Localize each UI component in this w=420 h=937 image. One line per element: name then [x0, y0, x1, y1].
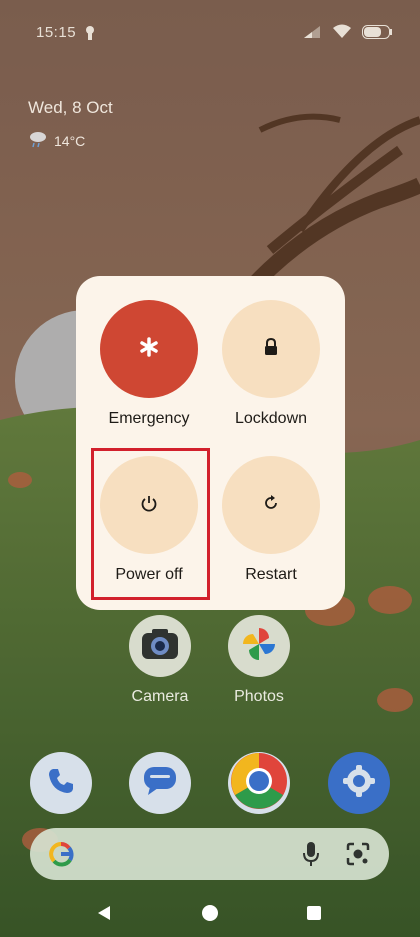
lockdown-button[interactable] [222, 300, 320, 398]
signal-icon [302, 25, 322, 44]
phone-app[interactable] [30, 752, 92, 814]
message-bubble-icon [142, 765, 178, 802]
restart-label: Restart [245, 566, 297, 583]
battery-icon [362, 24, 392, 44]
phone-icon [46, 766, 76, 801]
photos-app[interactable] [228, 615, 290, 677]
back-icon[interactable] [96, 905, 112, 926]
photos-pinwheel-icon [239, 624, 279, 669]
messages-app[interactable] [129, 752, 191, 814]
temperature: 14°C [54, 132, 86, 149]
gear-icon [342, 764, 376, 803]
lens-camera-icon[interactable] [345, 841, 371, 872]
lock-icon [263, 337, 279, 361]
status-bar: 15:15 [0, 0, 420, 64]
camera-app[interactable] [129, 615, 191, 677]
home-icon[interactable] [201, 904, 219, 927]
recents-icon[interactable] [306, 905, 322, 926]
restart-icon [262, 494, 280, 517]
lockdown-label: Lockdown [234, 410, 308, 427]
keyhole-icon [84, 25, 96, 46]
asterisk-icon [139, 336, 159, 362]
restart-button[interactable] [222, 456, 320, 554]
navigation-bar [0, 888, 420, 937]
weather: 14°C [28, 130, 85, 151]
date-text: Wed, 8 Oct [28, 98, 113, 117]
photos-label: Photos [234, 688, 284, 705]
chrome-icon [229, 751, 289, 816]
cloud-rain-icon [28, 130, 48, 151]
google-g-icon [48, 841, 74, 872]
chrome-app[interactable] [228, 752, 290, 814]
settings-app[interactable] [328, 752, 390, 814]
microphone-icon[interactable] [301, 840, 321, 873]
camera-icon [140, 627, 180, 666]
google-search-bar[interactable] [30, 828, 389, 880]
emergency-button[interactable] [100, 300, 198, 398]
emergency-label: Emergency [108, 410, 190, 427]
wifi-icon [332, 24, 352, 44]
camera-label: Camera [131, 688, 189, 705]
highlight-box [91, 448, 210, 600]
status-time: 15:15 [36, 24, 77, 41]
